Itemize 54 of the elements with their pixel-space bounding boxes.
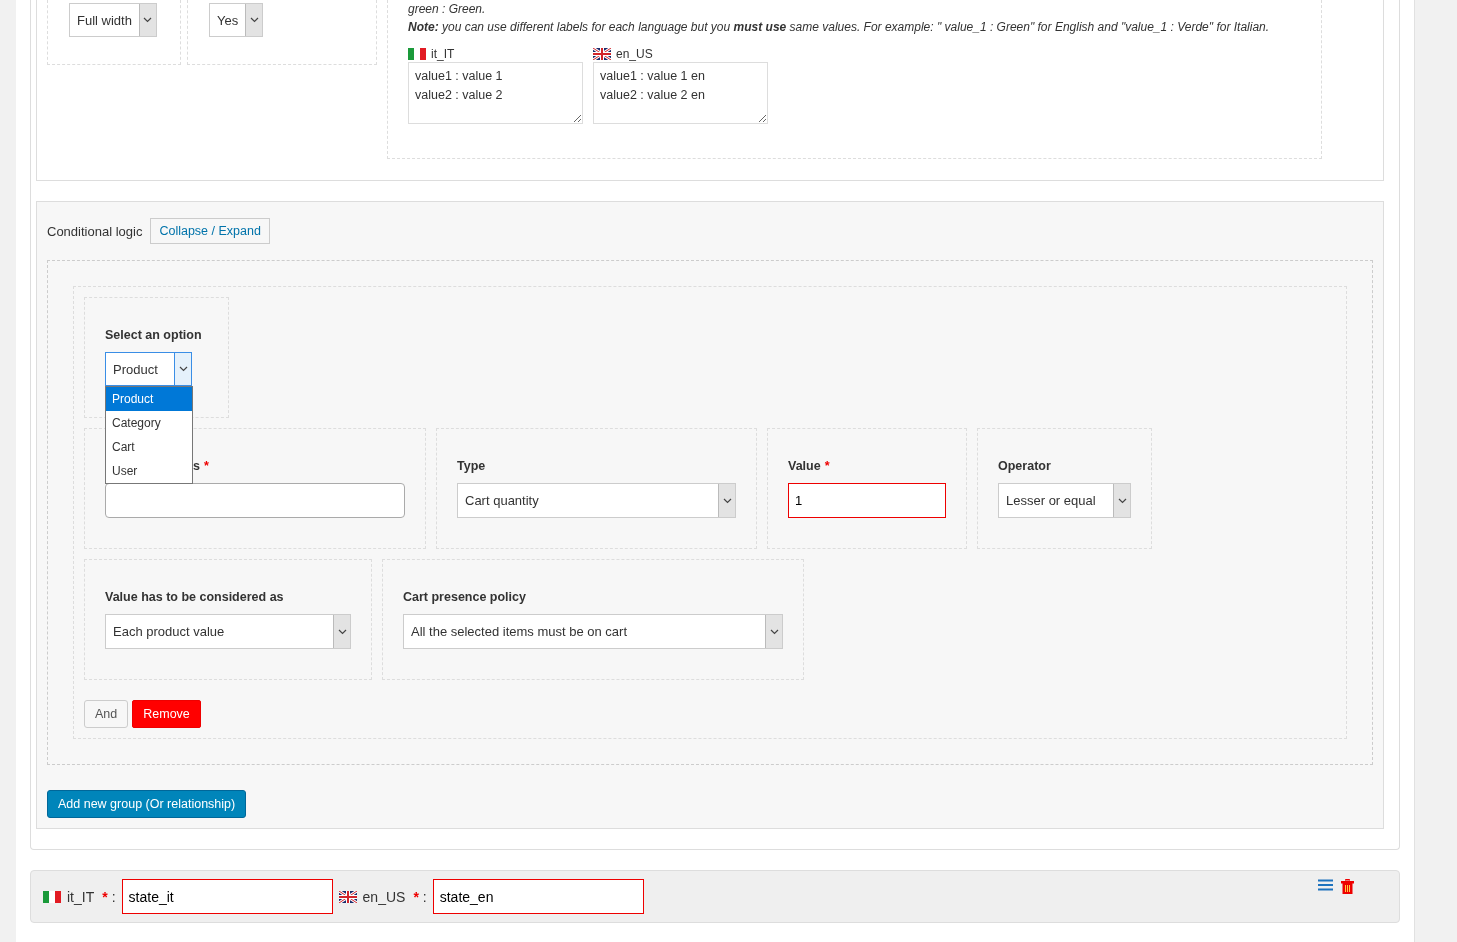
input-field[interactable]: state_en — [432, 879, 644, 914]
collapse-expand-button[interactable]: Collapse / Expand — [150, 218, 270, 244]
note-text: Note: you can use different labels for each language but you must use same values. For example: " value_1 : Green" for English and "value_1 : Verde" for Italian. — [408, 19, 1271, 36]
locale-label: en_US — [362, 888, 406, 905]
section-label: Conditional logic — [47, 223, 143, 239]
required-mark: * — [824, 459, 830, 473]
caret-icon — [765, 615, 782, 648]
field-label: Value — [788, 459, 821, 473]
locale-label: it_IT — [431, 47, 455, 61]
remove-button[interactable]: Remove — [132, 700, 201, 728]
select-field[interactable]: All the selected items must be on cart — [403, 614, 783, 649]
italian-flag-icon — [408, 48, 426, 60]
select-field[interactable]: Each product value — [105, 614, 351, 649]
example-text: green : Green. — [408, 1, 487, 18]
select-field[interactable]: Full width — [69, 3, 157, 37]
required-mark: * — [203, 459, 209, 473]
british-flag-icon — [593, 48, 611, 60]
select-field[interactable]: Yes — [209, 3, 264, 37]
caret-icon — [1113, 484, 1130, 517]
and-button[interactable]: And — [84, 700, 129, 728]
select-field[interactable]: Product — [105, 352, 192, 386]
caret-icon — [333, 615, 350, 648]
separator-text: : — [422, 888, 427, 905]
dropdown-option[interactable]: User — [106, 459, 192, 483]
add-group-button[interactable]: Add new group (Or relationship) — [47, 790, 247, 818]
required-mark: * — [102, 888, 108, 905]
caret-icon — [245, 4, 263, 36]
italian-flag-icon — [43, 890, 61, 903]
locale-label: en_US — [616, 47, 653, 61]
british-flag-icon — [338, 890, 357, 903]
dropdown-option[interactable]: Product — [106, 387, 192, 411]
field-label: Value has to be considered as — [105, 590, 284, 604]
field-label: Type — [457, 459, 486, 473]
separator-text: : — [111, 888, 116, 905]
select-field[interactable]: Lesser or equal — [998, 483, 1131, 518]
caret-icon — [138, 4, 156, 36]
select-field[interactable]: Cart quantity — [457, 483, 736, 518]
textarea-field[interactable]: value1 : value 1 en value2 : value 2 en — [593, 62, 768, 124]
input-field[interactable]: state_it — [121, 879, 333, 914]
textarea-field[interactable]: value1 : value 1 value2 : value 2 — [408, 62, 583, 124]
caret-icon — [718, 484, 735, 517]
input-field[interactable] — [105, 483, 405, 518]
caret-icon — [174, 353, 191, 385]
menu-icon[interactable] — [1318, 879, 1333, 894]
field-label: s — [193, 459, 200, 473]
dropdown-option[interactable]: Category — [106, 411, 192, 435]
locale-label: it_IT — [67, 888, 95, 905]
input-field[interactable]: 1 — [788, 483, 946, 518]
trash-icon[interactable] — [1341, 879, 1354, 894]
field-label: Cart presence policy — [403, 590, 526, 604]
field-label: Operator — [998, 459, 1051, 473]
field-label: Select an option — [105, 328, 203, 344]
dropdown-option[interactable]: Cart — [106, 435, 192, 459]
required-mark: * — [413, 888, 419, 905]
